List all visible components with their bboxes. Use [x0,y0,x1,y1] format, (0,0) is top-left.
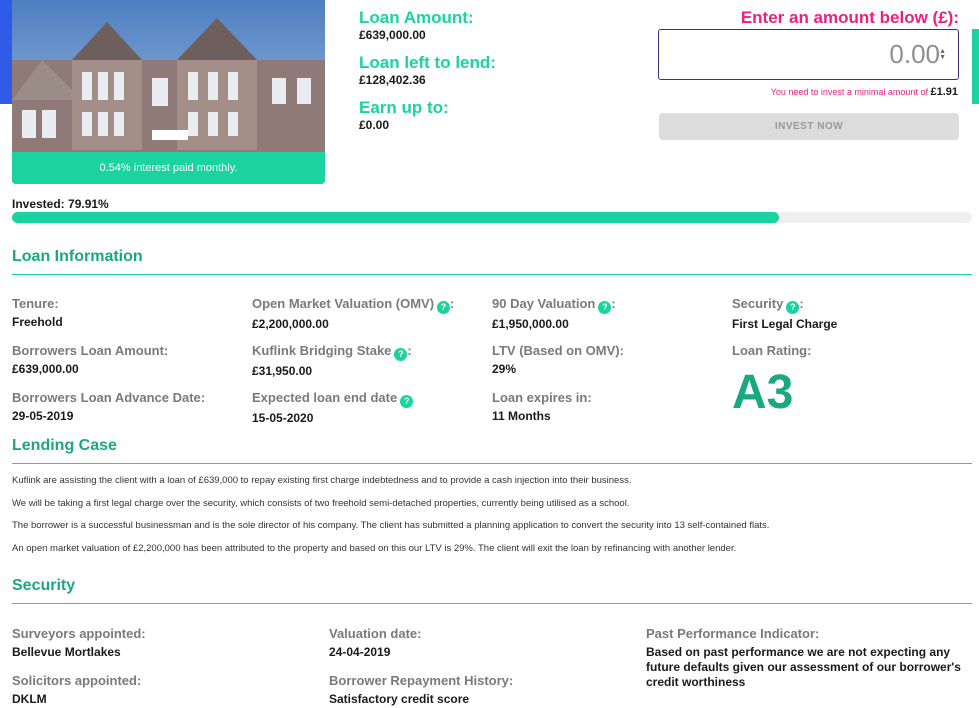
security-label: Security [732,296,784,311]
end-date-value: 15-05-2020 [252,411,314,425]
bridging-stake-field: Kuflink Bridging Stake?: £31,950.00 [252,343,412,378]
loan-left-value: £128,402.36 [359,73,426,87]
lending-case-paragraph: The borrower is a successful businessman… [12,520,770,531]
bridging-help-icon[interactable]: ? [394,348,408,361]
expires-value: 11 Months [492,409,551,423]
lending-case-paragraph: We will be taking a first legal charge o… [12,498,630,509]
past-performance-value: Based on past performance we are not exp… [646,645,961,689]
enter-amount-label: Enter an amount below (£): [740,8,959,27]
solicitors-label: Solicitors appointed: [12,673,142,688]
expires-label: Loan expires in: [492,390,592,405]
valuation-date-label: Valuation date: [329,626,422,641]
loan-information-title: Loan Information [12,248,143,265]
bridging-stake-label: Kuflink Bridging Stake [252,343,392,358]
lending-case-divider [12,463,972,464]
solicitors-value: DKLM [12,692,47,706]
tenure-field: Tenure: Freehold [12,296,63,330]
minimum-invest-note: You need to invest a minimal amount of £… [771,86,958,98]
left-accent-bar [0,0,12,104]
property-image: 0.54% interest paid monthly. [12,0,325,184]
omv-field: Open Market Valuation (OMV)?: £2,200,000… [252,296,455,331]
loan-amount-stat: Loan Amount: £639,000.00 [359,8,474,43]
loan-left-label: Loan left to lend: [359,53,496,72]
lending-case-title: Lending Case [12,437,117,454]
loan-amount-value: £639,000.00 [359,28,426,42]
omv-help-icon[interactable]: ? [437,301,451,314]
ninety-day-label: 90 Day Valuation [492,296,596,311]
loan-rating-label: Loan Rating: [732,343,812,358]
surveyors-field: Surveyors appointed: Bellevue Mortlakes [12,626,146,660]
advance-date-label: Borrowers Loan Advance Date: [12,390,206,405]
advance-date-value: 29-05-2019 [12,409,74,423]
earn-value: £0.00 [359,118,390,132]
invested-progress-bar [12,212,972,223]
valuation-date-field: Valuation date: 24-04-2019 [329,626,421,660]
tenure-value: Freehold [12,315,63,329]
invested-progress-fill [12,212,780,223]
loan-rating-value: A3 [732,366,794,419]
invest-now-button[interactable]: INVEST NOW [659,113,959,140]
expires-field: Loan expires in: 11 Months [492,390,592,424]
solicitors-field: Solicitors appointed: DKLM [12,673,141,707]
earn-label: Earn up to: [359,98,449,117]
interest-band: 0.54% interest paid monthly. [12,152,325,184]
lending-case-paragraph: Kuflink are assisting the client with a … [12,475,632,486]
repayment-history-value: Satisfactory credit score [329,692,470,706]
surveyors-value: Bellevue Mortlakes [12,645,121,659]
interest-text: 0.54% interest paid monthly. [99,162,238,174]
security-value: First Legal Charge [732,317,838,331]
loan-rating-field: Loan Rating: [732,343,811,359]
loan-amount-label: Loan Amount: [359,8,474,27]
loan-left-stat: Loan left to lend: £128,402.36 [359,53,496,88]
stepper-down-icon[interactable]: ▼ [939,54,946,61]
loan-information-divider [12,274,972,275]
repayment-history-field: Borrower Repayment History: Satisfactory… [329,673,513,707]
valuation-date-value: 24-04-2019 [329,645,391,659]
past-performance-field: Past Performance Indicator: Based on pas… [646,626,966,690]
ltv-label: LTV (Based on OMV): [492,343,624,358]
ninety-day-help-icon[interactable]: ? [598,301,612,314]
security-help-icon[interactable]: ? [786,301,800,314]
end-date-field: Expected loan end date? 15-05-2020 [252,390,414,426]
borrowers-amount-value: £639,000.00 [12,362,79,376]
ninety-day-value: £1,950,000.00 [492,317,569,331]
right-accent-bar [972,29,979,104]
ltv-field: LTV (Based on OMV): 29% [492,343,624,377]
tenure-label: Tenure: [12,296,59,311]
omv-label: Open Market Valuation (OMV) [252,296,435,311]
security-field: Security?: First Legal Charge [732,296,838,331]
end-date-help-icon[interactable]: ? [400,395,414,408]
minimum-note-text: You need to invest a minimal amount of [770,87,928,97]
repayment-history-label: Borrower Repayment History: [329,673,514,688]
borrowers-amount-field: Borrowers Loan Amount: £639,000.00 [12,343,168,377]
omv-value: £2,200,000.00 [252,317,329,331]
past-performance-label: Past Performance Indicator: [646,626,820,641]
end-date-label: Expected loan end date [252,390,398,405]
amount-input[interactable] [740,39,940,70]
earn-stat: Earn up to: £0.00 [359,98,449,133]
ninety-day-field: 90 Day Valuation?: £1,950,000.00 [492,296,616,331]
amount-stepper[interactable]: ▲ ▼ [939,48,946,61]
surveyors-label: Surveyors appointed: [12,626,146,641]
lending-case-paragraph: An open market valuation of £2,200,000 h… [12,543,737,554]
security-title: Security [12,577,76,594]
amount-field[interactable]: ▲ ▼ [658,29,959,80]
invested-label: Invested: 79.91% [12,197,109,211]
ltv-value: 29% [492,362,517,376]
minimum-amount: £1.91 [930,86,958,98]
security-divider [12,603,972,604]
advance-date-field: Borrowers Loan Advance Date: 29-05-2019 [12,390,205,424]
bridging-stake-value: £31,950.00 [252,364,313,378]
borrowers-amount-label: Borrowers Loan Amount: [12,343,169,358]
